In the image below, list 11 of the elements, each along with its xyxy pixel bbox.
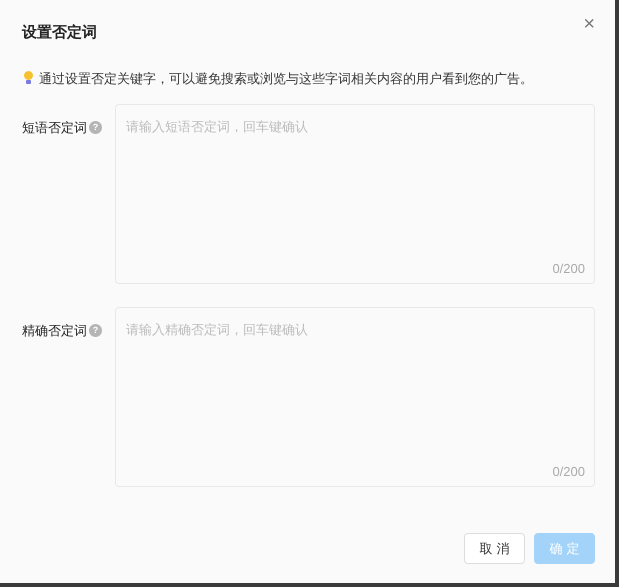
- character-count: 0/200: [552, 260, 585, 278]
- cancel-button[interactable]: 取 消: [464, 533, 525, 564]
- close-button[interactable]: ×: [583, 14, 595, 34]
- field-label: 短语否定词: [22, 119, 87, 137]
- character-count: 0/200: [552, 462, 585, 480]
- dialog-title: 设置否定词: [22, 23, 97, 43]
- help-icon[interactable]: ?: [89, 324, 102, 338]
- help-icon[interactable]: ?: [89, 121, 102, 134]
- tip-text: 通过设置否定关键字，可以避免搜索或浏览与这些字词相关内容的用户看到您的广告。: [39, 70, 533, 88]
- lightbulb-icon: [24, 71, 33, 86]
- field-label: 精确否定词: [22, 322, 87, 340]
